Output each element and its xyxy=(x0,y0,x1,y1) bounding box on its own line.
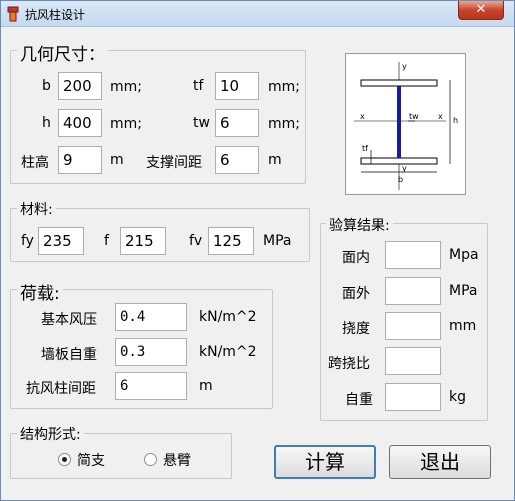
deflection-unit: mm xyxy=(449,318,477,334)
b-input[interactable]: 200 xyxy=(58,72,102,100)
tw-input[interactable]: 6 xyxy=(215,109,259,137)
diagram-h: h xyxy=(453,116,459,125)
window-title: 抗风柱设计 xyxy=(25,8,86,22)
wind-pressure-label: 基本风压 xyxy=(41,312,97,328)
wall-weight-label: 墙板自重 xyxy=(41,347,97,363)
column-spacing-label: 抗风柱间距 xyxy=(26,381,96,397)
f-label: f xyxy=(104,233,109,249)
cantilever-label[interactable]: 悬臂 xyxy=(163,450,191,470)
structure-group-label: 结构形式: xyxy=(17,424,84,444)
wall-weight-input[interactable]: 0.3 xyxy=(115,338,187,366)
column-spacing-unit: m xyxy=(199,378,213,394)
column-height-label: 柱高 xyxy=(21,155,49,171)
out-plane-output[interactable] xyxy=(385,277,441,305)
main-window: 抗风柱设计 ✕ 几何尺寸： b 200 mm; tf 10 mm; h 400 … xyxy=(0,0,515,501)
deflection-label: 挠度 xyxy=(342,321,370,337)
self-weight-output[interactable] xyxy=(385,383,441,411)
h-unit: mm; xyxy=(110,116,142,132)
diagram-b: b xyxy=(398,175,404,184)
fv-input[interactable]: 125 xyxy=(208,227,254,255)
wind-pressure-input[interactable]: 0.4 xyxy=(115,303,187,331)
tw-label: tw xyxy=(193,115,210,131)
material-group-label: 材料: xyxy=(17,199,56,219)
in-plane-unit: Mpa xyxy=(449,247,479,263)
span-ratio-label: 跨挠比 xyxy=(328,356,370,372)
diagram-tf: tf xyxy=(362,144,368,153)
out-plane-label: 面外 xyxy=(342,286,370,302)
wind-pressure-unit: kN/m^2 xyxy=(199,309,257,325)
diagram-tw: tw xyxy=(409,112,419,121)
self-weight-label: 自重 xyxy=(345,392,373,408)
tf-input[interactable]: 10 xyxy=(215,72,259,100)
tw-unit: mm; xyxy=(268,116,300,132)
h-section-drawing xyxy=(354,62,451,190)
calculate-button[interactable]: 计算 xyxy=(274,445,376,479)
simply-supported-label[interactable]: 简支 xyxy=(77,450,105,470)
span-ratio-output[interactable] xyxy=(385,347,441,375)
column-height-unit: m xyxy=(110,152,124,168)
self-weight-unit: kg xyxy=(449,389,466,405)
diagram-y-top: y xyxy=(402,62,407,71)
fv-unit: MPa xyxy=(263,233,292,249)
deflection-output[interactable] xyxy=(385,312,441,340)
fv-label: fv xyxy=(189,233,203,249)
in-plane-output[interactable] xyxy=(385,241,441,269)
wall-weight-unit: kN/m^2 xyxy=(199,344,257,360)
exit-button[interactable]: 退出 xyxy=(389,445,491,479)
tf-label: tf xyxy=(193,78,204,94)
load-group-label: 荷载: xyxy=(17,279,63,304)
diagram-x-left: x xyxy=(360,112,365,121)
diagram-y-bottom: y xyxy=(402,164,407,173)
fy-label: fy xyxy=(21,233,34,249)
fy-input[interactable]: 235 xyxy=(38,227,84,255)
close-button[interactable]: ✕ xyxy=(458,1,504,20)
f-input[interactable]: 215 xyxy=(120,227,166,255)
simply-supported-radio[interactable] xyxy=(58,453,71,466)
results-group-label: 验算结果: xyxy=(326,215,393,235)
column-height-input[interactable]: 9 xyxy=(58,146,102,174)
brace-spacing-unit: m xyxy=(268,152,282,168)
geometry-group-label: 几何尺寸： xyxy=(17,40,108,65)
out-plane-unit: MPa xyxy=(449,283,478,299)
title-bar[interactable]: 抗风柱设计 ✕ xyxy=(1,1,514,27)
brace-spacing-label: 支撑间距 xyxy=(146,155,202,171)
tf-unit: mm; xyxy=(268,79,300,95)
column-spacing-input[interactable]: 6 xyxy=(115,372,187,400)
h-input[interactable]: 400 xyxy=(58,109,102,137)
h-label: h xyxy=(42,115,51,131)
section-diagram: y x x tw h tf y b xyxy=(345,53,466,195)
b-label: b xyxy=(42,78,51,94)
app-icon xyxy=(7,6,19,22)
b-unit: mm; xyxy=(110,79,142,95)
brace-spacing-input[interactable]: 6 xyxy=(215,146,259,174)
cantilever-radio[interactable] xyxy=(144,453,157,466)
diagram-x-right: x xyxy=(438,112,443,121)
in-plane-label: 面内 xyxy=(342,250,370,266)
